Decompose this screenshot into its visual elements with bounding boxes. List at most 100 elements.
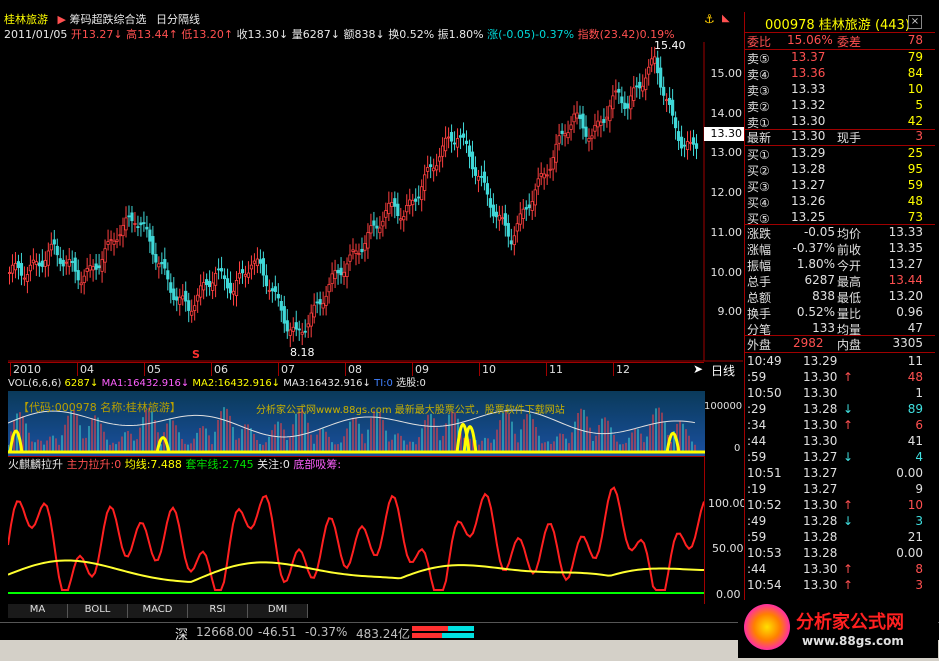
stat-label: 总额 — [747, 291, 772, 305]
candle-body — [205, 279, 209, 286]
tick-volume: 9 — [915, 482, 923, 496]
price-axis-tick: 14.00 — [710, 106, 743, 120]
formula-name[interactable]: 筹码超跌综合选 — [69, 13, 146, 26]
level-volume: 95 — [907, 162, 923, 176]
tick-direction-icon: ↑ — [843, 370, 854, 384]
price-chart[interactable] — [8, 42, 743, 362]
quote-level-row[interactable]: 买④ 13.26 48 — [745, 194, 935, 210]
quote-level-row[interactable]: 卖④ 13.36 84 — [745, 66, 935, 82]
stat-value: 0.96 — [896, 305, 923, 319]
stock-name[interactable]: 桂林旅游 — [4, 13, 48, 26]
candle-body — [336, 269, 340, 274]
candle-body — [169, 282, 173, 293]
candle-body — [623, 102, 627, 109]
candle-body — [148, 229, 152, 242]
candle-body — [518, 213, 522, 225]
tick-price: 13.30 — [803, 386, 838, 400]
level-label: 买④ — [747, 196, 770, 210]
candle-body — [181, 295, 185, 300]
candle-body — [300, 331, 304, 335]
tick-volume: 4 — [915, 450, 923, 464]
candle-body — [139, 222, 143, 226]
level-volume: 48 — [907, 194, 923, 208]
stat-row: 涨幅 -0.37% 前收 13.35 — [745, 241, 935, 257]
quote-level-row[interactable]: 卖⑤ 13.37 79 — [745, 50, 935, 66]
candle-body — [473, 167, 478, 176]
level-price: 13.25 — [791, 210, 826, 224]
tick-direction-icon: ↑ — [843, 418, 854, 432]
candle-body — [133, 223, 137, 225]
info-high: 高13.44↑ — [126, 28, 178, 41]
candle-body — [276, 293, 280, 299]
candle-body — [441, 145, 445, 157]
candle-body — [530, 201, 534, 211]
tab-ma[interactable]: MA — [8, 604, 68, 618]
tab-dmi[interactable]: DMI — [248, 604, 308, 618]
divider — [704, 456, 705, 604]
candle-body — [228, 282, 233, 294]
quote-level-row[interactable]: 卖③ 13.33 10 — [745, 82, 935, 98]
candle-body — [222, 275, 227, 280]
level-label: 卖③ — [747, 84, 770, 98]
stat-row: 换手 0.52% 量比 0.96 — [745, 305, 935, 321]
info-amplitude: 振1.80% — [437, 28, 484, 41]
candle-body — [196, 294, 200, 302]
quote-level-row[interactable]: 卖① 13.30 42 — [745, 114, 935, 130]
period-label: 日分隔线 — [155, 13, 200, 26]
candle-body — [118, 234, 122, 237]
quote-level-row[interactable]: 买① 13.29 25 — [745, 146, 935, 162]
stat-label: 总手 — [747, 275, 772, 289]
weibi-value: 15.06% — [787, 33, 833, 47]
candle-body — [85, 268, 89, 272]
candle-body — [497, 214, 501, 221]
market-bar-indicator — [412, 626, 474, 638]
tick-time: 10:49 — [747, 354, 782, 368]
tick-row: :59 13.28 21 — [745, 530, 935, 546]
candle-body — [647, 66, 651, 75]
mouse-cursor-icon: ➤ — [693, 362, 704, 376]
candle-body — [449, 132, 454, 142]
ind-bottom: 底部吸筹: — [293, 458, 342, 471]
price-axis-tick: 9.00 — [717, 305, 743, 319]
close-icon[interactable]: × — [908, 15, 922, 29]
period-indicator[interactable]: 日线 — [711, 362, 735, 379]
tab-boll[interactable]: BOLL — [68, 604, 128, 618]
candle-body — [384, 210, 388, 218]
candle-body — [306, 323, 310, 328]
candle-body — [614, 90, 618, 93]
tab-macd[interactable]: MACD — [128, 604, 188, 618]
candle-body — [429, 164, 433, 168]
quote-level-row[interactable]: 买② 13.28 95 — [745, 162, 935, 178]
candle-body — [452, 142, 457, 145]
candle-body — [249, 264, 254, 270]
candle-body — [584, 126, 588, 137]
tick-time: 10:50 — [747, 386, 782, 400]
candle-body — [411, 199, 415, 206]
candle-body — [49, 243, 53, 251]
tick-volume: 41 — [907, 434, 923, 448]
tab-rsi[interactable]: RSI — [188, 604, 248, 618]
candle-body — [375, 225, 379, 229]
candle-body — [488, 198, 493, 208]
last-row: 最新 13.30 现手 3 — [745, 129, 935, 145]
candle-body — [563, 133, 567, 137]
month-axis: 2010 04 05 06 07 08 09 10 11 12 — [8, 362, 704, 376]
candle-body — [330, 273, 334, 285]
candle-body — [199, 285, 203, 298]
candle-body — [291, 326, 295, 332]
candle-body — [557, 135, 561, 144]
candle-body — [112, 240, 116, 245]
quote-level-row[interactable]: 买③ 13.27 59 — [745, 178, 935, 194]
wai-label: 外盘 — [747, 338, 772, 352]
tick-list: 10:49 13.29 11:59 13.30 ↑ 48 10:50 13.30 1:29 13.… — [745, 354, 935, 599]
indicator-chart[interactable] — [8, 472, 705, 602]
candle-body — [396, 203, 400, 217]
candle-body — [506, 223, 510, 237]
tick-row: 10:53 13.28 0.00 — [745, 546, 935, 562]
tick-row: :19 13.27 9 — [745, 482, 935, 498]
anchor-icon[interactable]: ⚓ — [704, 12, 715, 26]
candle-body — [626, 103, 630, 109]
tick-time: 10:52 — [747, 498, 782, 512]
quote-level-row[interactable]: 卖② 13.32 5 — [745, 98, 935, 114]
tick-time: :59 — [747, 370, 767, 384]
